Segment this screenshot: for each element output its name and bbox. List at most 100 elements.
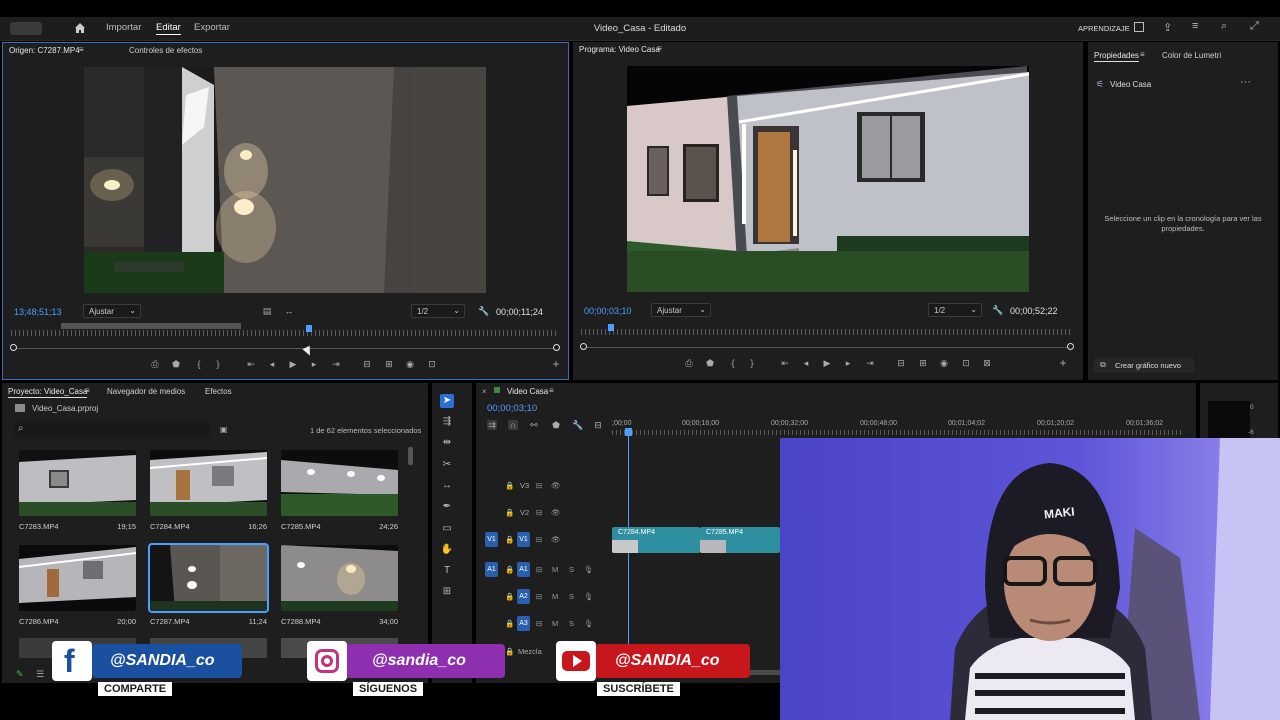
source-timecode[interactable]: 13;48;51;13 [14,307,62,317]
microphone-icon[interactable]: 🎙 [584,619,594,628]
timeline-clip[interactable]: C7284.MP4 [612,527,700,553]
source-zoom-dropdown[interactable]: Ajustar ⌄ [83,304,141,318]
mark-in-icon[interactable]: { [728,358,738,368]
learn-button[interactable]: APRENDIZAJE [1078,24,1130,33]
wrench-icon[interactable]: 🔧 [478,306,489,316]
scroll-handle-left[interactable] [580,343,587,350]
tab-menu-icon[interactable]: ≡ [549,386,554,395]
timeline-clip[interactable]: C7285.MP4 [700,527,780,553]
home-icon[interactable] [74,22,86,34]
captions-tool-icon[interactable]: ⊞ [440,585,454,599]
lock-icon[interactable]: 🔒 [505,481,514,490]
export-frame-icon[interactable]: ⎙ [150,359,160,369]
snap-magnet-icon[interactable]: ∩ [508,420,518,430]
program-time-ruler[interactable] [581,329,1073,335]
tab-properties[interactable]: Propiedades [1094,51,1139,62]
project-scrollbar[interactable] [408,447,413,465]
selection-tool-icon[interactable]: ➤ [440,394,454,408]
program-zoom-dropdown[interactable]: Ajustar ⌄ [651,303,711,317]
menu-export[interactable]: Exportar [194,22,230,33]
new-bin-icon[interactable]: ▣ [220,425,228,434]
scroll-handle-right[interactable] [553,344,560,351]
button-editor-icon[interactable]: ⊠ [982,358,992,368]
step-forward-icon[interactable]: ▸ [843,358,853,368]
track-target-v1[interactable]: V1 [517,532,530,547]
source-patch-v1[interactable]: V1 [485,532,498,547]
pen-tool-icon[interactable]: ✒ [440,500,454,514]
camera-icon[interactable]: ◉ [939,358,949,368]
tab-media-browser[interactable]: Navegador de medios [107,387,185,396]
lock-icon[interactable]: 🔒 [505,508,514,517]
program-playhead[interactable] [608,324,614,331]
microphone-icon[interactable]: 🎙 [584,565,594,574]
go-to-in-icon[interactable]: ⇤ [780,358,790,368]
track-select-tool-icon[interactable]: ⇶ [440,415,454,429]
go-to-in-icon[interactable]: ⇤ [246,359,256,369]
lock-icon[interactable]: 🔒 [505,592,514,601]
clip-thumbnail[interactable] [281,450,398,516]
new-graphic-button[interactable]: ⧉ Crear gráfico nuevo [1094,358,1194,373]
camera-icon[interactable]: ◉ [405,359,415,369]
add-marker-icon[interactable]: ⬟ [551,420,561,430]
nest-icon[interactable]: ⇉ [487,420,497,430]
marker-icon[interactable]: ⬟ [171,359,181,369]
go-to-out-icon[interactable]: ⇥ [865,358,875,368]
lift-icon[interactable]: ⊟ [896,358,906,368]
clip-thumbnail[interactable] [19,450,136,516]
drag-video-icon[interactable]: ↔ [284,306,294,316]
workspace-icon[interactable] [1134,22,1144,32]
mark-in-icon[interactable]: { [194,359,204,369]
wrench-icon[interactable]: 🔧 [992,305,1003,315]
hand-tool-icon[interactable]: ✋ [440,543,454,557]
button-editor-icon[interactable]: ⊡ [427,359,437,369]
type-tool-icon[interactable]: T [440,564,454,578]
app-logo-icon[interactable] [10,22,42,35]
share-icon[interactable]: ⇪ [1163,21,1172,34]
tab-menu-icon[interactable]: ≡ [657,44,662,53]
sync-lock-icon[interactable]: ⊟ [536,535,542,544]
settings-square-icon[interactable]: ▤ [262,306,272,316]
sync-lock-icon[interactable]: ⊟ [536,592,542,601]
sync-lock-icon[interactable]: ⊟ [536,508,542,517]
tab-effect-controls[interactable]: Controles de efectos [129,46,202,55]
slip-tool-icon[interactable]: ↔ [440,479,454,493]
close-icon[interactable]: × [482,387,487,396]
captions-icon[interactable]: ⊟ [593,420,603,430]
clip-thumbnail-selected[interactable] [148,543,269,613]
program-timecode[interactable]: 00;00;03;10 [584,306,632,316]
source-time-ruler[interactable] [11,330,557,336]
insert-icon[interactable]: ⊟ [362,359,372,369]
play-icon[interactable]: ▶ [822,358,832,368]
microphone-icon[interactable]: 🎙 [584,592,594,601]
source-playhead[interactable] [306,325,312,332]
ripple-edit-tool-icon[interactable]: ⇹ [440,436,454,450]
mute-icon[interactable]: M [552,592,558,601]
add-button-icon[interactable]: + [1058,357,1068,369]
scroll-handle-right[interactable] [1067,343,1074,350]
timeline-timecode[interactable]: 00;00;03;10 [487,403,537,414]
search-icon[interactable]: ⌕ [1221,20,1227,33]
eye-icon[interactable]: 👁 [551,508,561,517]
tab-sequence[interactable]: Video Casa [507,387,548,396]
source-patch-a1[interactable]: A1 [485,562,498,577]
mark-out-icon[interactable]: } [213,359,223,369]
timeline-playhead-handle[interactable] [625,428,632,436]
sync-lock-icon[interactable]: ⊟ [536,619,542,628]
comparison-view-icon[interactable]: ⊡ [961,358,971,368]
play-icon[interactable]: ▶ [288,359,298,369]
wrench-icon[interactable]: 🔧 [572,420,583,430]
overwrite-icon[interactable]: ⊞ [384,359,394,369]
linked-selection-icon[interactable]: ⚯ [529,420,539,430]
track-target-a3[interactable]: A3 [517,616,530,631]
more-options-icon[interactable]: ··· [1240,76,1251,88]
rectangle-tool-icon[interactable]: ▭ [440,522,454,536]
menu-lines-icon[interactable]: ≡ [1192,20,1198,32]
menu-edit[interactable]: Editar [156,22,181,35]
tab-menu-icon[interactable]: ≡ [79,45,84,54]
go-to-out-icon[interactable]: ⇥ [331,359,341,369]
clip-thumbnail[interactable] [281,545,398,611]
mark-out-icon[interactable]: } [747,358,757,368]
lock-icon[interactable]: 🔒 [505,565,514,574]
tab-project[interactable]: Proyecto: Video_Casa [8,387,88,398]
solo-icon[interactable]: S [569,619,574,628]
